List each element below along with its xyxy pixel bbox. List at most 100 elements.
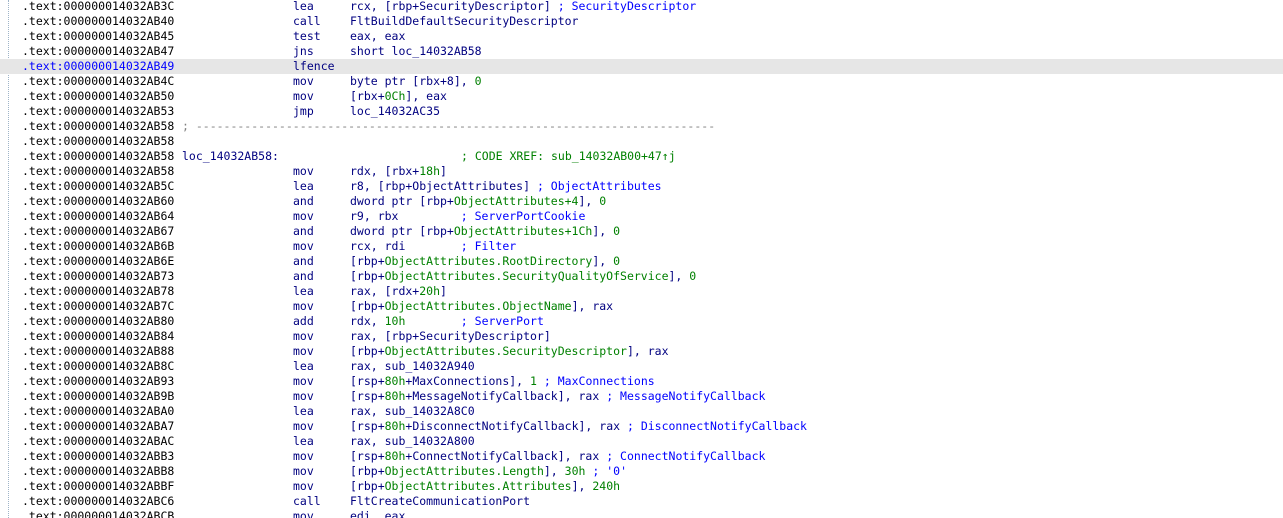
listing-line[interactable]: .text:000000014032AB47 jns short loc_14032… <box>0 44 1283 59</box>
instruction-operands: [rsp+80h+MessageNotifyCallback], rax ; M… <box>350 389 765 404</box>
listing-line-selected[interactable]: .text:000000014032AB49 lfence <box>0 59 1283 74</box>
listing-line[interactable]: .text:000000014032AB53 jmp loc_14032AC35 <box>0 104 1283 119</box>
listing-line[interactable]: .text:000000014032AB9B mov [rsp+80h+Messag… <box>0 389 1283 404</box>
instruction-mnemonic: lea <box>293 359 314 373</box>
instruction-operands: dword ptr [rbp+ObjectAttributes+4], 0 <box>350 194 606 209</box>
instruction-operands: rax, sub_14032A8C0 <box>350 404 475 419</box>
listing-line[interactable]: .text:000000014032AB58 <box>0 134 1283 149</box>
listing-line[interactable]: .text:000000014032AB40 call FltBuildDefaul… <box>0 14 1283 29</box>
listing-line[interactable]: .text:000000014032ABBF mov [rbp+ObjectAttr… <box>0 479 1283 494</box>
listing-line[interactable]: .text:000000014032AB45 test eax, eax <box>0 29 1283 44</box>
listing-line[interactable]: .text:000000014032AB80 add rdx, 10h ; Serv… <box>0 314 1283 329</box>
operand-text: [rbp+ <box>350 464 385 478</box>
operand-text: eax, eax <box>350 29 406 43</box>
listing-line[interactable]: .text:000000014032AB73 and [rbp+ObjectAttr… <box>0 269 1283 284</box>
listing-line[interactable]: .text:000000014032AB93 mov [rsp+80h+MaxCon… <box>0 374 1283 389</box>
instruction-operands: rax, [rbp+SecurityDescriptor] <box>350 329 551 344</box>
instruction-operands: FltBuildDefaultSecurityDescriptor <box>350 14 578 29</box>
listing-line[interactable]: .text:000000014032AB88 mov [rbp+ObjectAttr… <box>0 344 1283 359</box>
operand-text: rax, sub_14032A940 <box>350 359 475 373</box>
operand-constant: 0Ch <box>384 89 406 103</box>
instruction-mnemonic: add <box>293 314 314 328</box>
listing-line[interactable]: .text:000000014032AB60 and dword ptr [rbp+… <box>0 194 1283 209</box>
operand-comment: ; ServerPortCookie <box>460 209 586 223</box>
instruction-mnemonic: lea <box>293 0 314 13</box>
line-address: .text:000000014032AB5C <box>22 179 175 193</box>
line-address: .text:000000014032ABC6 <box>22 494 175 508</box>
operand-text: ] <box>440 284 447 298</box>
operand-text: SecurityDescriptor <box>419 0 544 13</box>
line-address: .text:000000014032AB4C <box>22 74 175 88</box>
operand-text <box>405 314 460 328</box>
disassembly-listing[interactable]: .text:000000014032AB3C lea rcx, [rbp+Secur… <box>0 0 1283 518</box>
listing-line[interactable]: .text:000000014032AB84 mov rax, [rbp+Secur… <box>0 329 1283 344</box>
operand-text: FltCreateCommunicationPort <box>350 494 531 508</box>
operand-constant: 80h <box>384 449 406 463</box>
instruction-operands: byte ptr [rbx+8], 0 <box>350 74 482 89</box>
operand-text: rcx, [rbp+ <box>350 0 420 13</box>
listing-line[interactable]: .text:000000014032ABC6 call FltCreateCommu… <box>0 494 1283 509</box>
listing-line[interactable]: .text:000000014032ABA7 mov [rsp+80h+Discon… <box>0 419 1283 434</box>
line-address: .text:000000014032ABBF <box>22 479 175 493</box>
operand-text: ], <box>571 479 593 493</box>
listing-line[interactable]: .text:000000014032ABB8 mov [rbp+ObjectAttr… <box>0 464 1283 479</box>
operand-text: rax, [rbp+SecurityDescriptor] <box>350 329 551 343</box>
listing-line[interactable]: .text:000000014032AB78 lea rax, [rdx+20h] <box>0 284 1283 299</box>
operand-text: ], <box>592 224 614 238</box>
listing-line[interactable]: .text:000000014032AB67 and dword ptr [rbp+… <box>0 224 1283 239</box>
line-address: .text:000000014032AB58 <box>22 164 175 178</box>
operand-text: rax, [rdx+ <box>350 284 420 298</box>
operand-constant: 240h <box>592 479 621 493</box>
instruction-mnemonic: mov <box>293 239 314 253</box>
listing-line[interactable]: .text:000000014032AB6B mov rcx, rdi ; Filt… <box>0 239 1283 254</box>
operand-constant: 1 <box>530 374 537 388</box>
instruction-operands: [rbp+ObjectAttributes.RootDirectory], 0 <box>350 254 620 269</box>
listing-line[interactable]: .text:000000014032ABA0 lea rax, sub_14032A… <box>0 404 1283 419</box>
listing-line[interactable]: .text:000000014032AB3C lea rcx, [rbp+Secur… <box>0 0 1283 14</box>
instruction-mnemonic: mov <box>293 74 314 88</box>
line-address: .text:000000014032AB80 <box>22 314 175 328</box>
listing-line[interactable]: .text:000000014032AB50 mov [rbx+0Ch], eax <box>0 89 1283 104</box>
instruction-mnemonic: mov <box>293 344 314 358</box>
line-address: .text:000000014032AB58 <box>22 134 175 148</box>
listing-line[interactable]: .text:000000014032ABB3 mov [rsp+80h+Connec… <box>0 449 1283 464</box>
operand-text: ], rax <box>626 344 669 358</box>
code-label[interactable]: loc_14032AB58: <box>182 149 279 164</box>
operand-constant: 30h <box>564 464 586 478</box>
operand-constant: 0 <box>689 269 697 283</box>
listing-line[interactable]: .text:000000014032AB4C mov byte ptr [rbx+8… <box>0 74 1283 89</box>
instruction-mnemonic: mov <box>293 509 314 518</box>
operand-constant: 10h <box>384 314 406 328</box>
line-address: .text:000000014032AB50 <box>22 89 175 103</box>
operand-text <box>537 374 544 388</box>
listing-line[interactable]: .text:000000014032ABCB mov edi, eax <box>0 509 1283 518</box>
operand-constant: ObjectAttributes.Length <box>384 464 544 478</box>
listing-line[interactable]: .text:000000014032AB7C mov [rbp+ObjectAttr… <box>0 299 1283 314</box>
instruction-operands: [rbp+ObjectAttributes.SecurityDescriptor… <box>350 344 669 359</box>
instruction-mnemonic: mov <box>293 374 314 388</box>
operand-text: ] <box>440 164 447 178</box>
operand-constant: 80h <box>384 374 406 388</box>
listing-line[interactable]: .text:000000014032AB6E and [rbp+ObjectAttr… <box>0 254 1283 269</box>
operand-comment: ; MaxConnections <box>543 374 655 388</box>
instruction-operands: r8, [rbp+ObjectAttributes] ; ObjectAttri… <box>350 179 662 194</box>
operand-text: dword ptr [rbp+ <box>350 224 454 238</box>
listing-line[interactable]: .text:000000014032AB64 mov r9, rbx ; Serve… <box>0 209 1283 224</box>
operand-constant: ObjectAttributes+1Ch <box>453 224 593 238</box>
operand-text: rdx, [rbx+ <box>350 164 420 178</box>
operand-text: [rsp+ <box>350 449 385 463</box>
line-address: .text:000000014032ABAC <box>22 434 175 448</box>
xref-comment[interactable]: ; CODE XREF: sub_14032AB00+47↑j <box>461 149 676 164</box>
listing-line[interactable]: .text:000000014032AB5C lea r8, [rbp+Object… <box>0 179 1283 194</box>
listing-line[interactable]: .text:000000014032AB8C lea rax, sub_14032A… <box>0 359 1283 374</box>
operand-constant: 0 <box>613 224 621 238</box>
operand-comment: ; ConnectNotifyCallback <box>606 449 766 463</box>
instruction-operands: [rsp+80h+DisconnectNotifyCallback], rax … <box>350 419 807 434</box>
listing-line[interactable]: .text:000000014032ABAC lea rax, sub_14032A… <box>0 434 1283 449</box>
listing-line[interactable]: .text:000000014032AB58 mov rdx, [rbx+18h] <box>0 164 1283 179</box>
instruction-operands: eax, eax <box>350 29 405 44</box>
listing-line[interactable]: .text:000000014032AB58 loc_14032AB58: ; CO… <box>0 149 1283 164</box>
listing-line[interactable]: .text:000000014032AB58 ; ----------------… <box>0 119 1283 134</box>
line-address: .text:000000014032ABA7 <box>22 419 175 433</box>
operand-text: short loc_14032AB58 <box>350 44 482 58</box>
